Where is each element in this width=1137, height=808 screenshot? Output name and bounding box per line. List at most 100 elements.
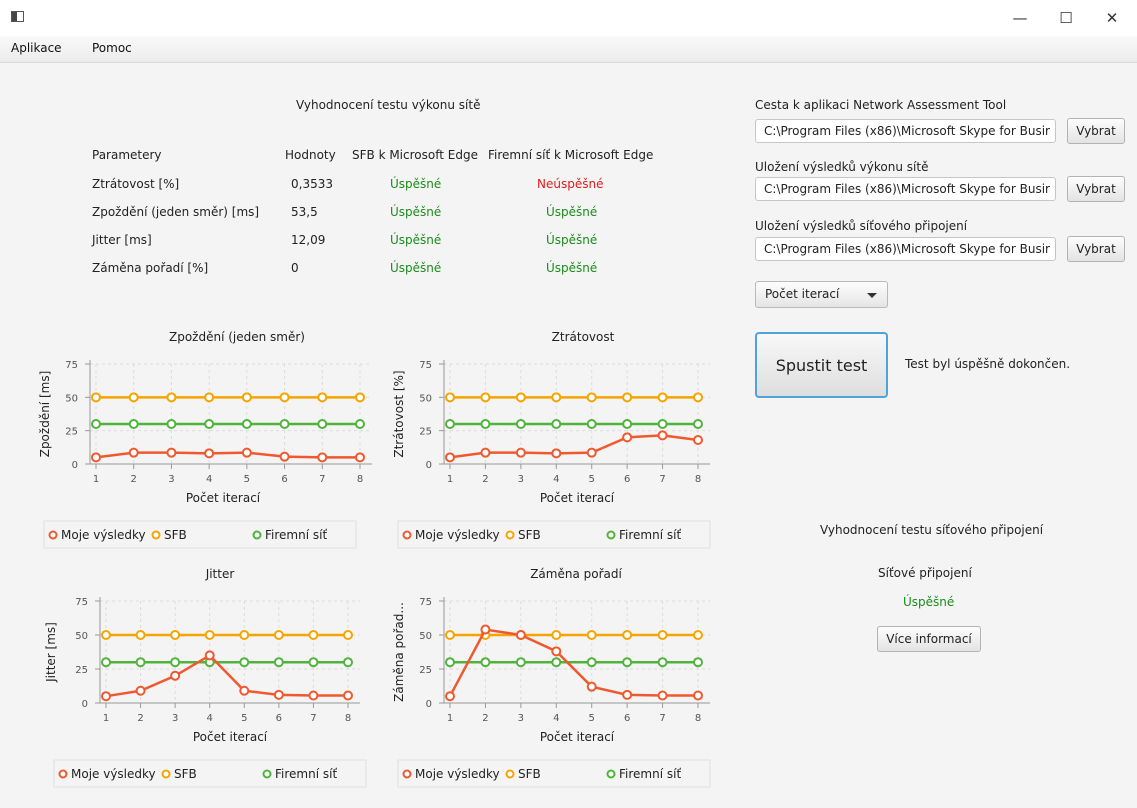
data-point [445,630,455,640]
x-axis-label: Počet iterací [186,491,261,505]
data-point [128,447,139,458]
data-point [622,392,633,403]
data-point [586,447,597,458]
data-point [170,657,181,668]
close-button[interactable]: ✕ [1089,0,1135,36]
data-point [622,689,633,700]
data-point [128,392,139,403]
path-field-performance[interactable]: C:\Program Files (x86)\Microsoft Skype f… [755,177,1056,201]
x-tick-label: 7 [310,713,316,724]
x-tick-label: 1 [447,713,453,724]
chart-title: Záměna pořadí [530,567,622,581]
iterations-dropdown-value: Počet iterací [765,287,840,301]
iterations-dropdown[interactable]: Počet iterací [755,281,888,308]
data-point [693,657,703,668]
data-point [279,392,290,403]
data-point [657,392,668,403]
line-chart: Zpoždění (jeden směr) 0 25 50 75 1 2 3 4 5 6 7 8 Poče… [38,330,372,549]
data-point [551,630,562,640]
data-point [586,681,597,692]
y-axis-label: Ztrátovost [%] [392,370,406,457]
x-tick-label: 6 [624,474,630,485]
data-point [657,657,668,668]
x-tick-label: 8 [695,474,701,485]
x-tick-label: 2 [482,474,488,485]
chart-title: Zpoždění (jeden směr) [169,330,305,344]
data-point [166,447,177,458]
x-axis-label: Počet iterací [540,730,615,744]
line-chart: Jitter 0 25 50 75 1 2 3 4 5 6 7 8 Počet iterací Jitter… [44,567,367,788]
x-tick-label: 8 [357,474,363,485]
legend-label: SFB [174,767,197,781]
legend-marker [606,530,616,540]
y-tick-label: 25 [419,427,432,438]
chart-legend: Moje výsledky SFB Firemní síť [43,520,357,549]
y-tick-label: 75 [75,597,88,608]
browse-button-performance[interactable]: Vybrat [1067,176,1125,202]
x-tick-label: 6 [281,474,287,485]
y-axis-label: Záměna pořad... [392,602,406,702]
x-axis-label: Počet iterací [540,491,615,505]
data-point [239,685,250,696]
x-tick-label: 6 [624,713,630,724]
data-point [515,392,526,403]
x-tick-label: 3 [518,713,524,724]
data-point [551,448,562,459]
data-point [241,392,252,403]
x-tick-label: 6 [276,713,282,724]
data-point [273,689,284,700]
data-point [693,630,703,640]
browse-button-connection[interactable]: Vybrat [1067,236,1125,262]
x-tick-label: 7 [659,713,665,724]
data-point [170,630,181,640]
data-point [657,690,668,701]
x-tick-label: 4 [553,474,559,485]
path-label-nat: Cesta k aplikaci Network Assessment Tool [755,98,1007,112]
line-chart: Ztrátovost 0 25 50 75 1 2 3 4 5 6 7 8 Počet iterací Zt… [392,330,711,549]
x-tick-label: 1 [103,713,109,724]
minimize-button[interactable]: — [997,0,1043,36]
data-point [586,657,597,668]
y-tick-label: 0 [72,460,78,471]
y-tick-label: 75 [419,360,432,371]
path-field-nat[interactable]: C:\Program Files (x86)\Microsoft Skype f… [755,119,1056,143]
browse-button-nat[interactable]: Vybrat [1067,118,1125,144]
data-point [657,430,668,441]
data-point [166,392,177,403]
data-point [239,657,250,668]
data-point [343,657,353,668]
legend-marker [402,769,412,779]
data-point [101,657,111,668]
y-tick-label: 0 [82,699,88,710]
data-point [166,419,177,429]
data-point [91,452,101,463]
legend-label: SFB [518,528,541,542]
x-tick-label: 5 [241,713,247,724]
x-tick-label: 4 [206,474,212,485]
data-point [308,657,319,668]
x-tick-label: 8 [695,713,701,724]
data-point [586,419,597,429]
x-tick-label: 3 [518,474,524,485]
y-tick-label: 50 [419,393,432,404]
x-tick-label: 2 [131,474,137,485]
maximize-button[interactable]: ☐ [1043,0,1089,36]
legend-label: SFB [164,528,187,542]
y-tick-label: 75 [419,597,432,608]
x-tick-label: 4 [207,713,213,724]
chart-title: Ztrátovost [552,330,615,344]
legend-label: Firemní síť [619,767,681,781]
data-point [317,392,328,403]
data-point [204,630,215,640]
charts-area: Zpoždění (jeden směr) 0 25 50 75 1 2 3 4 5 6 7 8 Poče… [38,330,711,788]
data-point [622,419,633,429]
more-info-button[interactable]: Více informací [877,626,981,652]
legend-marker [606,769,616,779]
data-point [101,691,111,702]
x-tick-label: 1 [447,474,453,485]
y-tick-label: 75 [65,360,78,371]
path-field-connection[interactable]: C:\Program Files (x86)\Microsoft Skype f… [755,237,1056,261]
x-tick-label: 4 [553,713,559,724]
data-point [170,670,181,681]
run-test-button[interactable]: Spustit test [755,332,888,398]
